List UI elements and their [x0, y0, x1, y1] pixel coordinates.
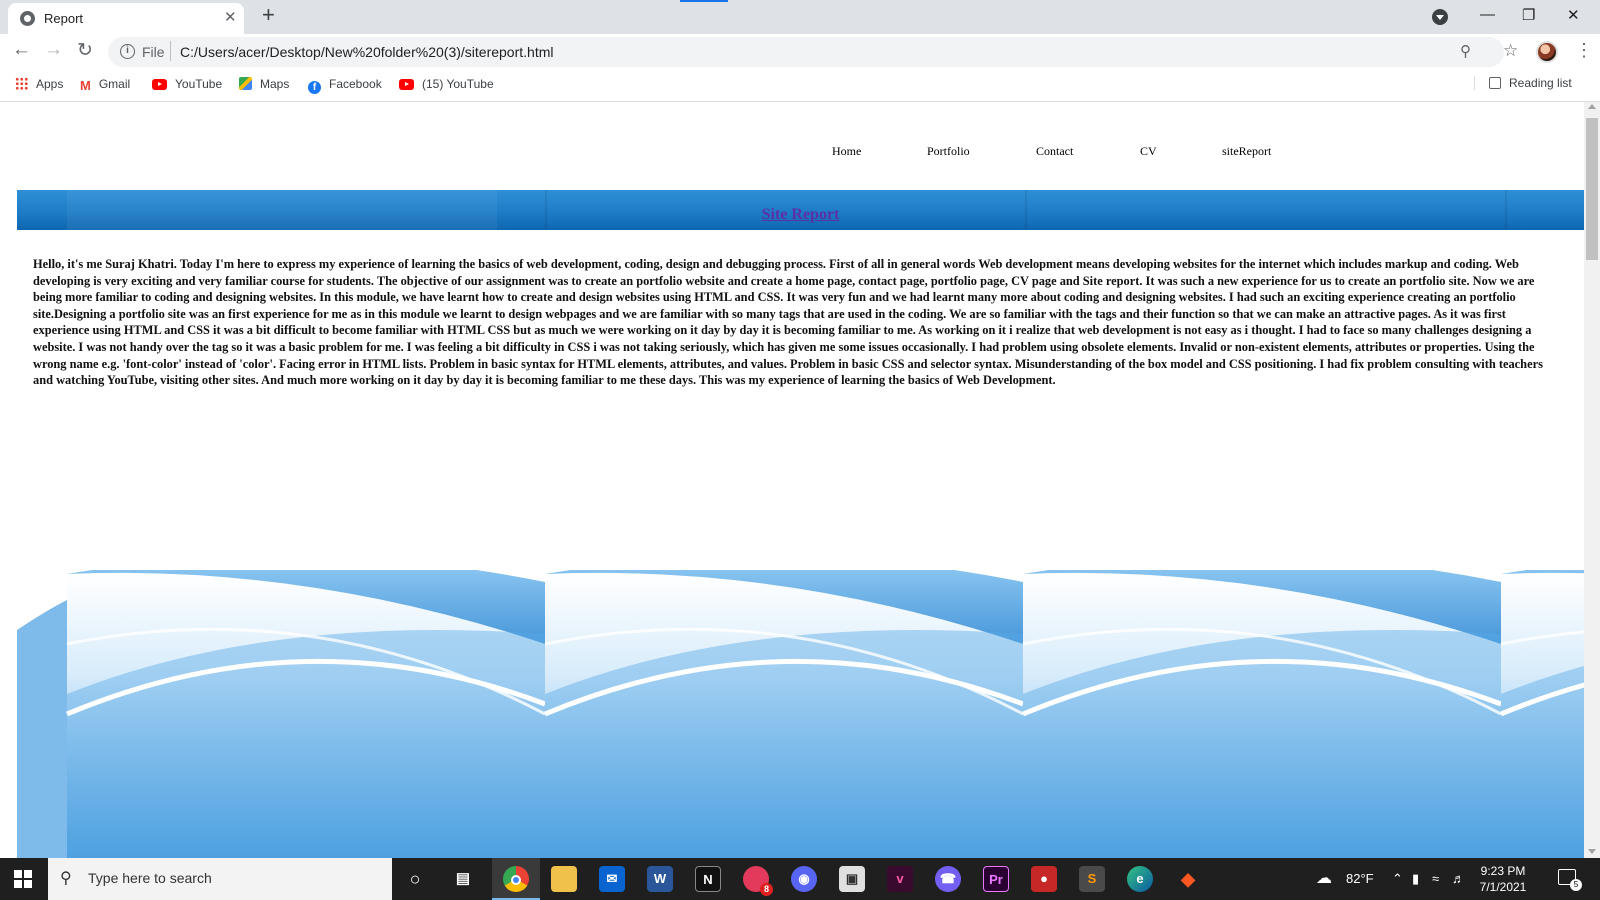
back-icon[interactable]: ←: [12, 39, 31, 61]
page-viewport: Home Portfolio Contact CV siteReport Sit…: [0, 102, 1584, 858]
premiere-icon[interactable]: Pr: [983, 866, 1009, 892]
discord-icon[interactable]: ◉: [791, 866, 817, 892]
bookmark-gmail[interactable]: M Gmail: [80, 77, 131, 93]
messenger-badge: 8: [760, 883, 773, 896]
chrome-icon[interactable]: [503, 866, 529, 892]
vegas-icon[interactable]: v: [887, 866, 913, 892]
clock-time: 9:23 PM: [1480, 864, 1526, 878]
tab-drop-indicator: [680, 0, 728, 2]
bookmark-youtube-15[interactable]: (15) YouTube: [399, 77, 494, 91]
site-info-icon[interactable]: i: [120, 44, 135, 59]
search-icon: ⚲: [60, 870, 72, 887]
nav-cv-link[interactable]: CV: [1140, 144, 1157, 159]
page-scrollbar[interactable]: [1584, 102, 1600, 858]
weather-icon[interactable]: ☁: [1316, 868, 1332, 888]
nav-sitereport-link[interactable]: siteReport: [1222, 144, 1271, 159]
search-placeholder: Type here to search: [88, 870, 212, 886]
git-icon[interactable]: ◆: [1175, 866, 1201, 892]
bookmark-maps[interactable]: Maps: [239, 77, 289, 91]
background-arc-pattern: [17, 570, 1584, 858]
minimize-icon[interactable]: —: [1480, 6, 1495, 23]
url-scheme-label: File: [142, 44, 165, 60]
reading-list-label: Reading list: [1509, 76, 1572, 90]
viber-icon[interactable]: ☎: [935, 866, 961, 892]
sublime-icon[interactable]: S: [1079, 866, 1105, 892]
notification-center-icon[interactable]: 5: [1558, 869, 1582, 891]
bookmark-label: Apps: [36, 77, 64, 91]
close-window-icon[interactable]: ✕: [1567, 6, 1580, 24]
messenger-icon[interactable]: 8: [743, 866, 773, 896]
youtube-icon: [152, 79, 167, 90]
mail-icon[interactable]: ✉: [599, 866, 625, 892]
wifi-icon[interactable]: ≈: [1432, 871, 1439, 886]
browser-menu-icon[interactable]: ⋮: [1575, 40, 1593, 61]
system-clock[interactable]: 9:23 PM 7/1/2021: [1470, 863, 1536, 895]
facebook-icon: f: [308, 81, 321, 94]
maps-icon: [239, 77, 252, 90]
scroll-up-arrow-icon[interactable]: [1588, 104, 1596, 109]
url-text[interactable]: C:/Users/acer/Desktop/New%20folder%20(3)…: [180, 44, 553, 60]
temperature[interactable]: 82°F: [1346, 871, 1374, 886]
show-hidden-icons-icon[interactable]: ⌃: [1392, 871, 1403, 887]
tab-title: Report: [44, 11, 84, 26]
bookmarks-bar: Apps M Gmail YouTube Maps f Facebook (15) …: [0, 70, 1600, 102]
notification-count: 5: [1570, 879, 1582, 891]
taskbar-search[interactable]: ⚲ Type here to search: [48, 858, 392, 900]
tab-search-icon[interactable]: [1432, 9, 1448, 25]
bookmark-youtube[interactable]: YouTube: [152, 77, 222, 91]
bookmark-label: Facebook: [329, 77, 382, 91]
notion-icon[interactable]: N: [695, 866, 721, 892]
forward-icon[interactable]: →: [44, 39, 63, 61]
zoom-icon[interactable]: ⚲: [1460, 42, 1471, 60]
profile-avatar[interactable]: [1536, 41, 1558, 63]
header-banner: Site Report: [17, 190, 1584, 230]
task-view-icon[interactable]: ▤: [450, 866, 476, 892]
close-tab-icon[interactable]: ✕: [224, 8, 237, 26]
gmail-icon: M: [80, 78, 91, 93]
reading-list-icon: [1489, 77, 1501, 89]
edge-icon[interactable]: e: [1127, 866, 1153, 892]
bookmark-label: Gmail: [98, 77, 131, 91]
new-tab-button[interactable]: +: [262, 2, 275, 28]
volume-icon[interactable]: ♬: [1452, 871, 1465, 886]
windows-taskbar: ⚲ Type here to search ○ ▤ ✉ W N 8 ◉ ▣ v …: [0, 858, 1600, 900]
browser-tab[interactable]: Report ✕: [8, 3, 244, 34]
windows-start-icon[interactable]: [14, 870, 32, 888]
tab-strip: Report ✕ + — ❐ ✕: [0, 0, 1600, 34]
scroll-thumb[interactable]: [1586, 118, 1598, 260]
url-separator: [170, 41, 171, 61]
bookmark-label: Maps: [260, 77, 290, 91]
reading-list-button[interactable]: Reading list: [1474, 76, 1572, 90]
page-favicon-icon: [20, 11, 35, 26]
nav-contact-link[interactable]: Contact: [1036, 144, 1073, 159]
browser-toolbar: ← → ↻ i File C:/Users/acer/Desktop/New%2…: [0, 34, 1600, 70]
word-icon[interactable]: W: [647, 866, 673, 892]
report-paragraph: Hello, it's me Suraj Khatri. Today I'm h…: [33, 257, 1543, 388]
apps-grid-icon: [15, 77, 28, 90]
bookmark-label: YouTube: [175, 77, 223, 91]
bookmark-apps[interactable]: Apps: [15, 77, 63, 91]
clock-date: 7/1/2021: [1479, 880, 1527, 894]
youtube-icon: [399, 79, 414, 90]
restore-icon[interactable]: ❐: [1522, 6, 1535, 24]
among-us-icon[interactable]: ●: [1031, 866, 1057, 892]
reload-icon[interactable]: ↻: [77, 39, 93, 62]
store-icon[interactable]: ▣: [839, 866, 865, 892]
bookmark-facebook[interactable]: f Facebook: [308, 77, 382, 94]
file-explorer-icon[interactable]: [551, 866, 577, 892]
cortana-icon[interactable]: ○: [402, 866, 428, 892]
bookmark-label: (15) YouTube: [422, 77, 494, 91]
address-bar[interactable]: i File C:/Users/acer/Desktop/New%20folde…: [108, 37, 1518, 67]
nav-portfolio-link[interactable]: Portfolio: [927, 144, 970, 159]
scroll-down-arrow-icon[interactable]: [1588, 849, 1596, 854]
bookmark-star-icon[interactable]: ☆: [1503, 41, 1518, 61]
page-title[interactable]: Site Report: [17, 206, 1584, 224]
battery-icon[interactable]: ▮: [1412, 871, 1419, 887]
nav-home-link[interactable]: Home: [832, 144, 861, 159]
